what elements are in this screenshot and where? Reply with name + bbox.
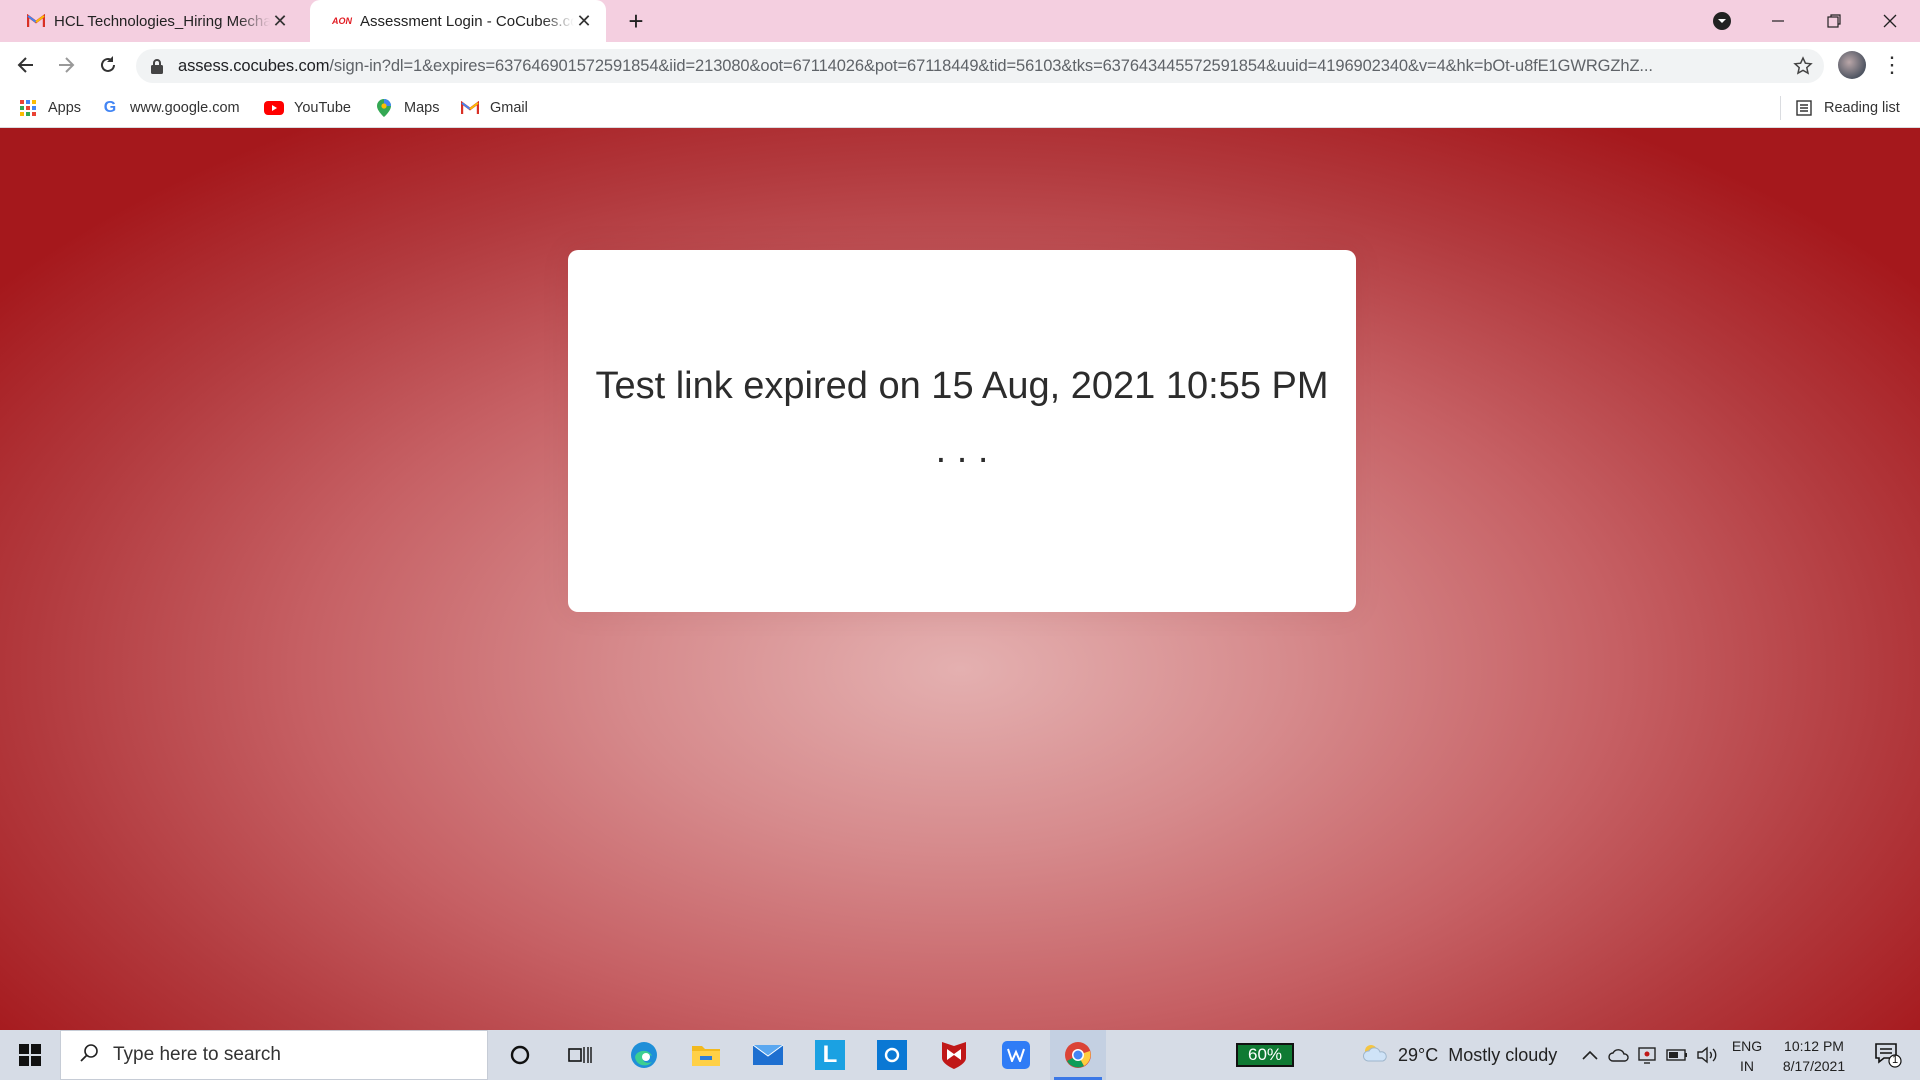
back-arrow-icon[interactable] xyxy=(10,49,42,81)
close-tab-icon[interactable]: ✕ xyxy=(270,11,290,31)
weather-temp: 29°C xyxy=(1398,1044,1439,1065)
notification-center-icon[interactable]: 1 xyxy=(1862,1030,1914,1080)
task-view-icon[interactable] xyxy=(552,1030,608,1080)
google-icon: G xyxy=(103,99,117,116)
region-code: IN xyxy=(1740,1058,1754,1074)
cloud-icon xyxy=(1362,1043,1388,1068)
youtube-icon xyxy=(264,98,284,118)
chrome-icon[interactable] xyxy=(1050,1030,1106,1080)
volume-icon[interactable] xyxy=(1694,1030,1720,1080)
close-tab-icon[interactable]: ✕ xyxy=(574,11,594,31)
clock[interactable]: 10:12 PM 8/17/2021 xyxy=(1772,1036,1856,1076)
l-app-icon[interactable]: L xyxy=(802,1030,858,1080)
reload-icon[interactable] xyxy=(92,49,124,81)
search-icon xyxy=(79,1043,99,1068)
gmail-icon xyxy=(460,98,480,118)
file-explorer-icon[interactable] xyxy=(678,1030,734,1080)
weather-widget[interactable]: 29°C Mostly cloudy xyxy=(1362,1030,1557,1080)
forward-arrow-icon[interactable] xyxy=(50,49,82,81)
tab-search-icon[interactable] xyxy=(1694,0,1750,42)
taskbar: Type here to search L 60% 29°C Mostly cl… xyxy=(0,1030,1920,1080)
maps-pin-icon xyxy=(374,98,394,118)
tab-cocubes[interactable]: AON Assessment Login - CoCubes.com ✕ xyxy=(310,0,606,42)
tab-strip: HCL Technologies_Hiring Mechanical ✕ AON… xyxy=(0,0,1920,42)
search-placeholder: Type here to search xyxy=(113,1044,281,1065)
restore-icon[interactable] xyxy=(1806,0,1862,42)
onedrive-cloud-icon[interactable] xyxy=(1606,1030,1632,1080)
url-text[interactable]: assess.cocubes.com/sign-in?dl=1&expires=… xyxy=(178,57,1788,76)
new-tab-button[interactable]: + xyxy=(622,6,650,36)
browser-toolbar: assess.cocubes.com/sign-in?dl=1&expires=… xyxy=(0,42,1920,88)
reading-list-label: Reading list xyxy=(1824,100,1900,116)
bookmark-maps[interactable]: Maps xyxy=(374,96,439,120)
tab-hcl-gmail[interactable]: HCL Technologies_Hiring Mechanical ✕ xyxy=(4,0,302,42)
bookmark-google[interactable]: G www.google.com xyxy=(100,96,240,120)
profile-avatar[interactable] xyxy=(1838,51,1866,79)
bookmark-youtube[interactable]: YouTube xyxy=(264,96,351,120)
battery-widget[interactable]: 60% xyxy=(1236,1043,1294,1067)
language-indicator[interactable]: ENG IN xyxy=(1728,1036,1766,1076)
bookmark-label: YouTube xyxy=(294,100,351,116)
clock-time: 10:12 PM xyxy=(1784,1038,1844,1054)
bookmark-label: Maps xyxy=(404,100,440,116)
store-app-icon[interactable] xyxy=(864,1030,920,1080)
clock-date: 8/17/2021 xyxy=(1782,1058,1846,1074)
windows-start-icon[interactable] xyxy=(0,1030,60,1080)
aon-icon: AON xyxy=(332,16,352,26)
expired-message: Test link expired on 15 Aug, 2021 10:55 … xyxy=(595,365,1329,471)
bookmark-star-icon[interactable] xyxy=(1788,51,1818,81)
tab-title: HCL Technologies_Hiring Mechanical xyxy=(54,12,270,30)
bookmark-label: Gmail xyxy=(490,100,528,116)
wps-writer-icon[interactable] xyxy=(988,1030,1044,1080)
apps-grid-icon xyxy=(18,98,38,118)
bookmark-label: Apps xyxy=(48,100,82,116)
bookmark-label: www.google.com xyxy=(130,100,240,116)
bookmark-gmail[interactable]: Gmail xyxy=(460,96,528,120)
bookmarks-bar: Apps G www.google.com YouTube Maps Gmail… xyxy=(0,88,1920,128)
mail-icon[interactable] xyxy=(740,1030,796,1080)
expired-message-card: Test link expired on 15 Aug, 2021 10:55 … xyxy=(568,250,1356,612)
language-code: ENG xyxy=(1731,1038,1763,1054)
minimize-icon[interactable] xyxy=(1750,0,1806,42)
reading-list-button[interactable]: Reading list xyxy=(1794,96,1900,120)
page-background: Test link expired on 15 Aug, 2021 10:55 … xyxy=(0,128,1920,1030)
bookmark-separator xyxy=(1780,96,1781,120)
battery-icon[interactable] xyxy=(1664,1030,1690,1080)
mcafee-icon[interactable] xyxy=(926,1030,982,1080)
reading-list-icon xyxy=(1794,98,1814,118)
gmail-icon xyxy=(26,12,46,30)
edge-browser-icon[interactable] xyxy=(616,1030,672,1080)
menu-kebab-icon[interactable]: ⋮ xyxy=(1881,51,1903,79)
chevron-up-icon[interactable] xyxy=(1578,1030,1602,1080)
notification-count: 1 xyxy=(1892,1054,1899,1066)
address-bar[interactable]: assess.cocubes.com/sign-in?dl=1&expires=… xyxy=(136,49,1824,83)
weather-desc: Mostly cloudy xyxy=(1448,1044,1558,1065)
cortana-icon[interactable] xyxy=(492,1030,548,1080)
taskbar-search-box[interactable]: Type here to search xyxy=(60,1030,488,1080)
close-window-icon[interactable] xyxy=(1862,0,1918,42)
device-icon[interactable] xyxy=(1634,1030,1660,1080)
tab-title: Assessment Login - CoCubes.com xyxy=(360,12,574,30)
bookmark-apps[interactable]: Apps xyxy=(18,96,81,120)
lock-icon[interactable] xyxy=(148,57,166,75)
